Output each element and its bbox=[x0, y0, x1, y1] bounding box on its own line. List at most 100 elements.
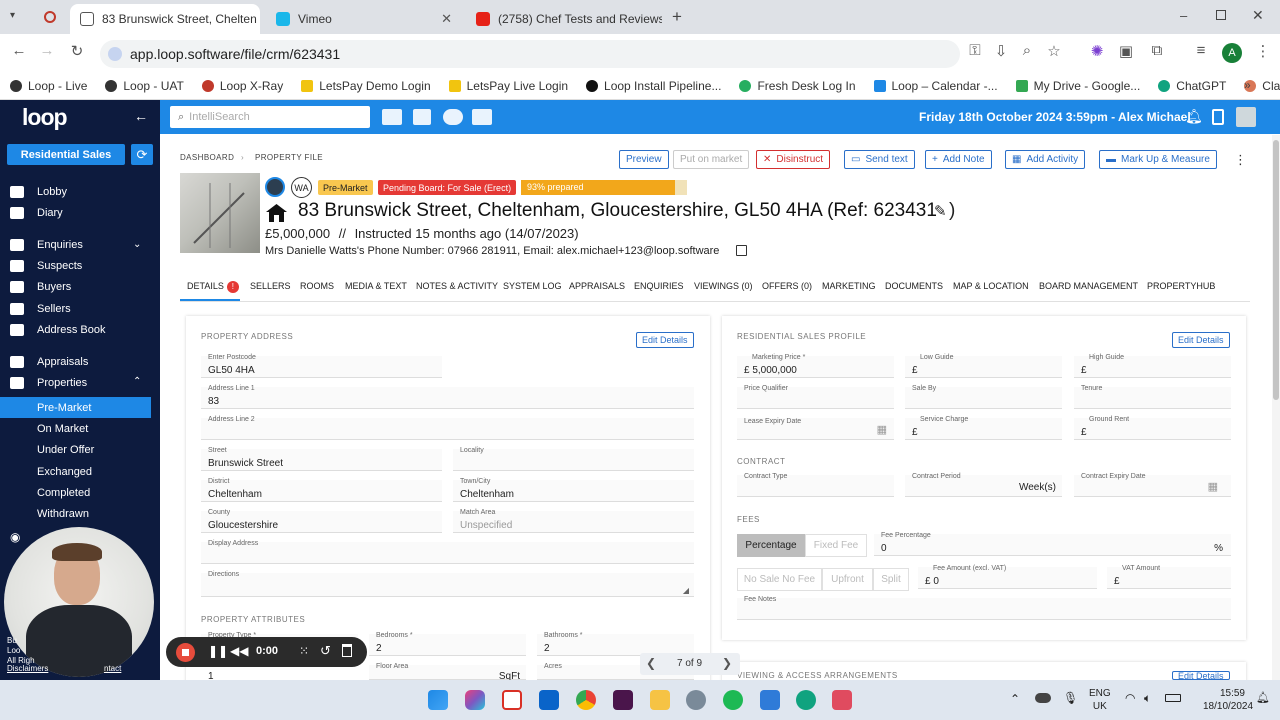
bookmark-item[interactable]: Loop X-Ray bbox=[201, 79, 283, 93]
contract-period-field[interactable]: Contract Period Week(s) bbox=[905, 473, 1062, 497]
extension-icon[interactable]: ▣ bbox=[1115, 42, 1137, 60]
sidebar-item-buyers[interactable]: Buyers bbox=[10, 281, 71, 293]
scrollbar-thumb[interactable] bbox=[1273, 140, 1279, 400]
vat-amount-field[interactable]: VAT Amount £ bbox=[1107, 565, 1231, 589]
media-icon[interactable]: ≡ bbox=[1190, 42, 1212, 59]
add-note-button[interactable]: + Add Note bbox=[925, 150, 992, 169]
clipboard-icon[interactable] bbox=[1212, 109, 1224, 125]
bookmark-item[interactable]: My Drive - Google... bbox=[1015, 79, 1140, 93]
outlook-icon[interactable] bbox=[539, 690, 559, 710]
minimize-icon[interactable]: – bbox=[1180, 8, 1187, 23]
settings-gear-icon[interactable] bbox=[686, 690, 706, 710]
add-contact-icon[interactable] bbox=[382, 109, 402, 125]
street-field[interactable]: Street Brunswick Street bbox=[201, 447, 442, 471]
switch-mode-icon[interactable]: ⟳ bbox=[131, 144, 153, 165]
tab-marketing[interactable]: MARKETING bbox=[822, 281, 876, 291]
intellisearch-input[interactable]: ⌕ IntelliSearch bbox=[170, 106, 370, 128]
resize-handle-icon[interactable]: ◢ bbox=[683, 586, 689, 595]
bookmark-item[interactable]: Loop Install Pipeline... bbox=[586, 79, 721, 93]
snipping-tool-icon[interactable] bbox=[832, 690, 852, 710]
site-info-icon[interactable] bbox=[108, 47, 122, 61]
bookmark-item[interactable]: Loop - Live bbox=[10, 79, 87, 93]
agent-initials-avatar[interactable]: WA bbox=[291, 177, 312, 198]
footer-disclaimers-link[interactable]: Disclaimers bbox=[7, 664, 48, 673]
fee-percentage-toggle[interactable]: Percentage bbox=[737, 534, 805, 557]
more-kebab-icon[interactable]: ⋮ bbox=[1234, 152, 1247, 168]
tab-map-location[interactable]: MAP & LOCATION bbox=[953, 281, 1029, 291]
user-avatar[interactable] bbox=[1236, 107, 1256, 127]
fee-percentage-field[interactable]: Fee Percentage 0% bbox=[874, 532, 1231, 556]
page-scrollbar[interactable] bbox=[1272, 135, 1280, 680]
windows-start-icon[interactable] bbox=[428, 690, 448, 710]
sidebar-sub-exchanged[interactable]: Exchanged bbox=[37, 466, 92, 478]
file-explorer-icon[interactable] bbox=[650, 690, 670, 710]
tab-viewings[interactable]: VIEWINGS (0) bbox=[694, 281, 753, 291]
bedrooms-field[interactable]: Bedrooms * 2 bbox=[369, 632, 526, 656]
tenure-field[interactable]: Tenure bbox=[1074, 385, 1231, 409]
display-address-field[interactable]: Display Address bbox=[201, 540, 694, 564]
tab-vimeo[interactable]: Vimeo ✕ bbox=[266, 4, 462, 34]
stop-record-button[interactable] bbox=[176, 643, 195, 662]
system-clock[interactable]: 15:59 18/10/2024 bbox=[1203, 687, 1253, 713]
volume-icon[interactable]: 🔈︎ bbox=[1144, 691, 1151, 706]
sidebar-sub-on-market[interactable]: On Market bbox=[37, 423, 88, 435]
disinstruct-button[interactable]: ✕ Disinstruct bbox=[756, 150, 831, 169]
bookmark-item[interactable]: LetsPay Demo Login bbox=[301, 79, 431, 93]
sidebar-sub-pre-market[interactable]: Pre-Market bbox=[37, 402, 91, 414]
new-tab-icon[interactable]: + bbox=[672, 7, 682, 27]
fixed-fee-toggle[interactable]: Fixed Fee bbox=[805, 534, 867, 557]
property-photo[interactable] bbox=[180, 173, 260, 253]
county-field[interactable]: County Gloucestershire bbox=[201, 509, 442, 533]
close-tab-icon[interactable]: ✕ bbox=[257, 11, 260, 27]
footer-contact-link[interactable]: ntact bbox=[104, 664, 121, 673]
tray-chevron-icon[interactable]: ⌃ bbox=[1010, 692, 1020, 706]
wifi-icon[interactable]: ◠ bbox=[1125, 691, 1135, 705]
sidebar-item-address-book[interactable]: Address Book bbox=[10, 324, 105, 336]
address-bar[interactable]: app.loop.software/file/crm/623431 bbox=[100, 40, 960, 68]
tab-sellers[interactable]: SELLERS bbox=[250, 281, 291, 291]
add-list-icon[interactable] bbox=[413, 109, 431, 125]
fee-notes-field[interactable]: Fee Notes bbox=[737, 596, 1231, 620]
install-icon[interactable]: ⇩ bbox=[990, 42, 1012, 60]
chatgpt-icon[interactable] bbox=[796, 690, 816, 710]
locality-field[interactable]: Locality bbox=[453, 447, 694, 471]
add-activity-button[interactable]: ▦ Add Activity bbox=[1005, 150, 1086, 169]
low-guide-field[interactable]: Low Guide £ bbox=[905, 354, 1062, 378]
tab-enquiries[interactable]: ENQUIRIES bbox=[634, 281, 684, 291]
contract-expiry-field[interactable]: Contract Expiry Date ▦ bbox=[1074, 473, 1231, 497]
ground-rent-field[interactable]: Ground Rent £ bbox=[1074, 416, 1231, 440]
chevron-up-icon[interactable]: ⌃ bbox=[133, 376, 141, 387]
onedrive-icon[interactable] bbox=[1035, 693, 1051, 703]
mode-button[interactable]: Residential Sales bbox=[7, 144, 125, 165]
password-icon[interactable]: ⚿ bbox=[964, 42, 986, 59]
bookmark-item[interactable]: Loop - UAT bbox=[105, 79, 184, 93]
calendar-icon[interactable]: ▦ bbox=[1208, 480, 1218, 493]
service-charge-field[interactable]: Service Charge £ bbox=[905, 416, 1062, 440]
sidebar-sub-completed[interactable]: Completed bbox=[37, 487, 90, 499]
tab-media-text[interactable]: MEDIA & TEXT bbox=[345, 281, 407, 291]
reload-icon[interactable]: ↻ bbox=[66, 42, 88, 60]
chrome-icon[interactable] bbox=[576, 690, 596, 710]
add-valuation-icon[interactable] bbox=[472, 109, 492, 125]
sidebar-sub-under-offer[interactable]: Under Offer bbox=[37, 444, 94, 456]
tab-board-management[interactable]: BOARD MANAGEMENT bbox=[1039, 281, 1138, 291]
close-tab-icon[interactable]: ✕ bbox=[435, 11, 452, 27]
put-on-market-button[interactable]: Put on market bbox=[673, 150, 750, 169]
tab-details[interactable]: DETAILS! bbox=[187, 281, 239, 293]
district-field[interactable]: District Cheltenham bbox=[201, 478, 442, 502]
rewind-icon[interactable]: ◀◀ bbox=[230, 644, 248, 658]
tab-rooms[interactable]: ROOMS bbox=[300, 281, 334, 291]
sidebar-item-sellers[interactable]: Sellers bbox=[10, 303, 71, 315]
lease-expiry-field[interactable]: Lease Expiry Date ▦ bbox=[737, 418, 894, 440]
address-line2-field[interactable]: Address Line 2 bbox=[201, 416, 694, 440]
grid-icon[interactable]: ⁙ bbox=[299, 644, 309, 658]
edit-pencil-icon[interactable]: ✎ bbox=[934, 202, 947, 220]
prev-page-icon[interactable]: ❮ bbox=[646, 656, 656, 670]
tab-propertyhub[interactable]: PROPERTYHUB bbox=[1147, 281, 1215, 291]
bookmark-star-icon[interactable]: ☆ bbox=[1043, 42, 1065, 60]
add-viewing-icon[interactable] bbox=[443, 109, 463, 125]
microphone-icon[interactable]: 🎙︎ bbox=[1063, 691, 1078, 705]
gmail-icon[interactable] bbox=[502, 690, 522, 710]
agent-photo-avatar[interactable] bbox=[265, 177, 285, 197]
profile-avatar[interactable]: A bbox=[1222, 43, 1242, 63]
